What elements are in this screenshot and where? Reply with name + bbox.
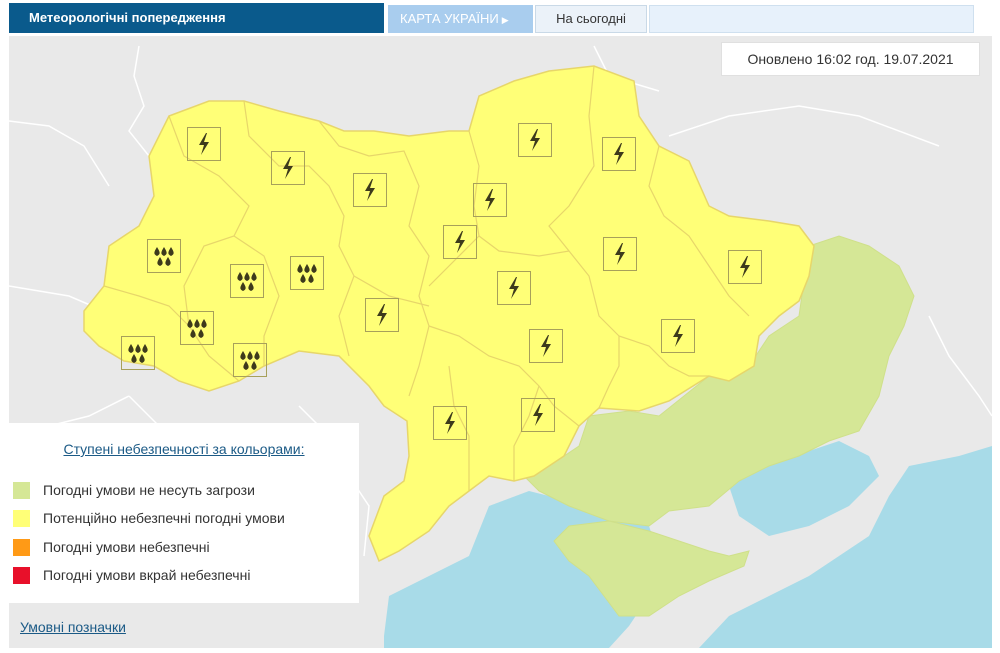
- tab-meteo-warnings[interactable]: Метеорологічні попередження: [9, 3, 384, 33]
- legend-swatch-red: [13, 567, 30, 584]
- legend-title[interactable]: Ступені небезпечності за кольорами:: [9, 441, 359, 457]
- thunderstorm-icon[interactable]: [529, 329, 563, 363]
- rain-icon[interactable]: [180, 311, 214, 345]
- legend-label: Погодні умови небезпечні: [43, 539, 210, 555]
- play-arrow-icon: ▶: [501, 15, 509, 25]
- legend-swatch-yellow: [13, 510, 30, 527]
- thunderstorm-icon[interactable]: [602, 137, 636, 171]
- rain-icon[interactable]: [290, 256, 324, 290]
- legend-panel: Ступені небезпечності за кольорами: Пого…: [9, 423, 359, 603]
- thunderstorm-icon[interactable]: [661, 319, 695, 353]
- tab-today[interactable]: На сьогодні: [535, 5, 647, 33]
- updated-timestamp: Оновлено 16:02 год. 19.07.2021: [721, 42, 980, 76]
- tab-bar: Метеорологічні попередження КАРТА УКРАЇН…: [0, 0, 1000, 36]
- thunderstorm-icon[interactable]: [497, 271, 531, 305]
- thunderstorm-icon[interactable]: [433, 406, 467, 440]
- legend-label: Погодні умови вкрай небезпечні: [43, 567, 251, 583]
- rain-icon[interactable]: [230, 264, 264, 298]
- thunderstorm-icon[interactable]: [521, 398, 555, 432]
- rain-icon[interactable]: [121, 336, 155, 370]
- tab-ukraine-map[interactable]: КАРТА УКРАЇНИ ▶: [388, 5, 533, 33]
- thunderstorm-icon[interactable]: [518, 123, 552, 157]
- thunderstorm-icon[interactable]: [728, 250, 762, 284]
- legend-label: Потенційно небезпечні погодні умови: [43, 510, 285, 526]
- tab-map-label: КАРТА УКРАЇНИ: [400, 11, 499, 26]
- thunderstorm-icon[interactable]: [187, 127, 221, 161]
- legend-swatch-green: [13, 482, 30, 499]
- legend-swatch-orange: [13, 539, 30, 556]
- thunderstorm-icon[interactable]: [443, 225, 477, 259]
- thunderstorm-icon[interactable]: [353, 173, 387, 207]
- thunderstorm-icon[interactable]: [271, 151, 305, 185]
- legend-symbols-link[interactable]: Умовні позначки: [20, 619, 126, 635]
- thunderstorm-icon[interactable]: [603, 237, 637, 271]
- rain-icon[interactable]: [233, 343, 267, 377]
- tab-bar-filler: [649, 5, 974, 33]
- thunderstorm-icon[interactable]: [365, 298, 399, 332]
- rain-icon[interactable]: [147, 239, 181, 273]
- thunderstorm-icon[interactable]: [473, 183, 507, 217]
- legend-label: Погодні умови не несуть загрози: [43, 482, 255, 498]
